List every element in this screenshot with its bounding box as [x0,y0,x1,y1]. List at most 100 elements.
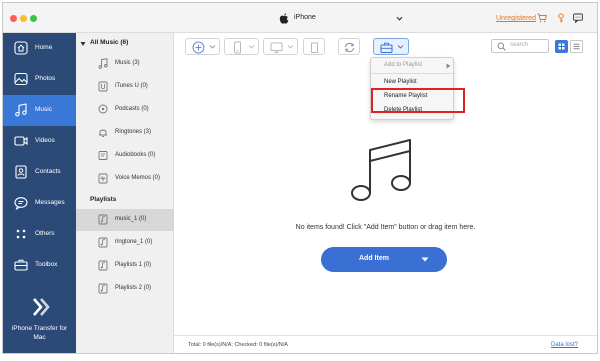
apple-icon [279,13,289,24]
others-icon [16,229,26,239]
music-note-icon [351,139,411,201]
playlist-item-playlists-1[interactable]: Playlists 1 (0) [76,255,174,277]
chevron-down-icon [209,45,216,49]
nav-label: Messages [35,199,65,206]
library-panel: All Music (6) Music (3) iTunes U (0) Pod… [76,33,174,353]
toolbox-icon [14,259,28,271]
trash-icon [311,42,318,53]
close-window-button[interactable] [10,15,17,22]
library-item-voice-memos[interactable]: Voice Memos (0) [76,168,174,190]
app-window: iPhone Unregistered Home Photos Music Vi… [2,2,598,354]
feedback-icon[interactable] [573,13,583,23]
toolbox-icon [380,42,393,53]
export-to-pc-button[interactable] [263,38,298,55]
add-button[interactable] [185,38,220,55]
main-content: search Add to Playlist New Playlist Rena… [174,33,597,353]
monitor-icon [270,42,283,53]
nav-label: Others [35,230,55,237]
caret-down-icon[interactable] [421,257,429,262]
nav-item-videos[interactable]: Videos [3,126,76,157]
app-logo-icon [33,298,50,316]
device-name: iPhone [294,14,316,21]
playlist-icon [98,283,108,294]
phone-icon [234,41,241,54]
grid-view-button[interactable] [555,40,568,53]
library-item-podcasts[interactable]: Podcasts (0) [76,99,174,121]
bell-icon [99,129,107,137]
videos-icon [14,136,28,146]
add-item-label: Add Item [359,255,389,262]
list-view-icon [573,43,580,50]
chevron-down-icon [397,45,404,49]
nav-label: Home [35,44,53,51]
title-bar: iPhone Unregistered [3,3,597,33]
nav-label: Contacts [35,168,61,175]
playlist-icon [98,237,108,248]
chevron-down-icon [396,16,403,21]
refresh-button[interactable] [338,38,360,55]
nav-item-toolbox[interactable]: Toolbox [3,250,76,281]
nav-item-contacts[interactable]: Contacts [3,157,76,188]
key-icon[interactable] [556,13,566,23]
podcast-icon [98,104,108,114]
playlist-icon [98,260,108,271]
nav-item-photos[interactable]: Photos [3,64,76,95]
library-item-itunes-u[interactable]: iTunes U (0) [76,76,174,98]
unregistered-link[interactable]: Unregistered [496,15,536,22]
nav-item-home[interactable]: Home [3,33,76,64]
status-summary: Total: 0 file(s)/N/A; Checked: 0 file(s)… [188,342,288,348]
music-icon [15,103,27,117]
delete-button[interactable] [303,38,325,55]
nav-label: Toolbox [35,261,58,268]
nav-label: Music [35,106,52,113]
search-icon [497,42,506,51]
itunes-u-icon [98,81,108,92]
cart-icon[interactable] [537,13,547,23]
data-lost-link[interactable]: Data lost? [551,342,578,348]
playlists-heading: Playlists [90,196,117,203]
playlist-icon [98,214,108,225]
add-item-button[interactable]: Add Item [321,247,447,272]
library-item-music[interactable]: Music (3) [76,53,174,75]
nav-item-music[interactable]: Music [3,95,76,126]
playlist-item-music-1[interactable]: music_1 (0) [76,209,174,231]
all-music-header[interactable]: All Music (6) [76,33,174,55]
refresh-icon [345,42,354,53]
triangle-right-icon [446,63,451,69]
nav-item-others[interactable]: Others [3,219,76,250]
playlist-item-ringtone-1[interactable]: ringtone_1 (0) [76,232,174,254]
search-placeholder: search [510,42,529,48]
empty-state-message: No items found! Click "Add Item" button … [295,224,476,231]
library-item-ringtones[interactable]: Ringtones (3) [76,122,174,144]
chevron-down-icon [248,45,255,49]
highlight-annotation-box [371,88,465,113]
audiobook-icon [98,151,108,160]
search-input[interactable]: search [491,39,549,53]
voice-memo-icon [98,173,108,184]
nav-label: Videos [35,137,55,144]
zoom-window-button[interactable] [30,15,37,22]
chevron-down-icon [287,45,294,49]
nav-label: Photos [35,75,56,82]
toolbox-menu-button[interactable] [373,38,409,55]
triangle-down-icon [80,42,86,46]
playlist-item-playlists-2[interactable]: Playlists 2 (0) [76,278,174,300]
music-note-icon [98,58,108,69]
menu-separator [371,73,455,74]
main-navigation: Home Photos Music Videos Contacts Messag… [3,33,76,353]
messages-icon [14,197,28,210]
minimize-window-button[interactable] [20,15,27,22]
home-icon [14,41,28,55]
list-view-button[interactable] [570,40,583,53]
library-item-audiobooks[interactable]: Audiobooks (0) [76,145,174,167]
grid-view-icon [558,43,565,50]
menu-item-add-to-playlist[interactable]: Add to Playlist [371,59,455,73]
device-selector[interactable]: iPhone [276,12,410,26]
export-to-device-button[interactable] [224,38,259,55]
photos-icon [14,72,28,86]
nav-item-messages[interactable]: Messages [3,188,76,219]
plus-circle-icon [192,41,205,54]
contacts-icon [15,165,27,179]
app-brand-name: iPhone Transfer for Mac [11,325,68,341]
status-bar: Total: 0 file(s)/N/A; Checked: 0 file(s)… [174,335,597,353]
